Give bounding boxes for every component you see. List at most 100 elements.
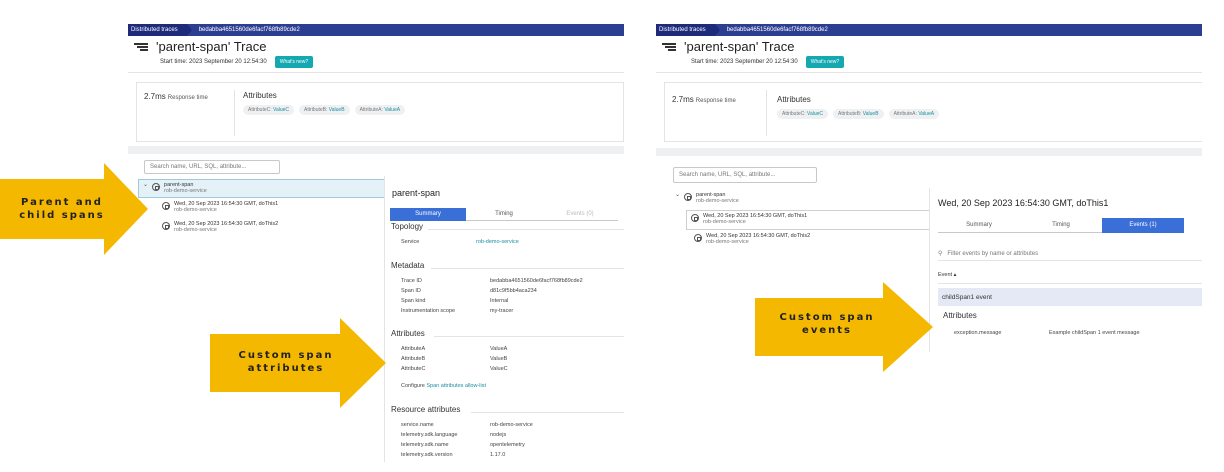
divider bbox=[431, 268, 624, 269]
resource-label: service.name bbox=[401, 422, 434, 428]
filter-icon: ⚲ bbox=[938, 251, 943, 257]
callout-label-span-events: Custom span events bbox=[779, 312, 875, 336]
breadcrumb-distributed-traces[interactable]: Distributed traces bbox=[128, 24, 192, 36]
tab-summary[interactable]: Summary bbox=[938, 218, 1020, 233]
attribute-label: AttributeB bbox=[401, 356, 426, 362]
divider bbox=[428, 229, 624, 230]
metadata-label: Instrumentation scope bbox=[401, 308, 456, 314]
divider bbox=[128, 72, 624, 73]
span-icon bbox=[162, 222, 170, 230]
event-attributes-title: Attributes bbox=[943, 311, 977, 320]
tree-item-child-span[interactable]: Wed, 20 Sep 2023 16:54:30 GMT, doThis2 ro… bbox=[694, 233, 924, 245]
attributes-title: Attributes bbox=[777, 95, 811, 104]
response-time: 2.7ms Response time bbox=[144, 92, 208, 101]
span-service: rob-demo-service bbox=[164, 188, 207, 194]
event-filter-input[interactable]: Filter events by name or attributes bbox=[947, 251, 1038, 257]
tree-item-child-span[interactable]: Wed, 20 Sep 2023 16:54:30 GMT, doThis2 ro… bbox=[162, 221, 382, 233]
metadata-label: Trace ID bbox=[401, 278, 422, 284]
attribute-chip[interactable]: AttributeC: ValueC bbox=[243, 105, 295, 115]
attribute-label: AttributeC bbox=[401, 366, 426, 372]
span-service: rob-demo-service bbox=[706, 239, 749, 245]
resource-attributes-title: Resource attributes bbox=[391, 405, 461, 414]
breadcrumb: Distributed traces bedabba4651560de6facf… bbox=[656, 24, 1202, 36]
divider bbox=[234, 90, 235, 136]
start-time-row: Start time: 2023 September 20 12:54:30 W… bbox=[691, 56, 845, 68]
response-time-value: 2.7ms bbox=[144, 92, 166, 101]
response-time-value: 2.7ms bbox=[672, 95, 694, 104]
tab-summary[interactable]: Summary bbox=[390, 208, 466, 221]
event-attribute-value: Example childSpan 1 event message bbox=[1049, 330, 1140, 336]
breadcrumb-distributed-traces[interactable]: Distributed traces bbox=[656, 24, 720, 36]
divider bbox=[766, 90, 767, 136]
topology-service-link[interactable]: rob-demo-service bbox=[476, 239, 519, 245]
start-time: Start time: 2023 September 20 12:54:30 bbox=[160, 59, 267, 65]
start-time: Start time: 2023 September 20 12:54:30 bbox=[691, 59, 798, 65]
configure-text: Configure bbox=[401, 383, 425, 389]
attributes-title: Attributes bbox=[243, 91, 277, 100]
trace-icon bbox=[134, 42, 150, 52]
tree-item-parent-span[interactable]: ⌄ parent-span rob-demo-service bbox=[138, 179, 385, 198]
event-filter[interactable]: ⚲ Filter events by name or attributes bbox=[938, 247, 1202, 261]
resource-label: telemetry.sdk.name bbox=[401, 442, 449, 448]
allow-list-link[interactable]: Span attributes allow-list bbox=[426, 383, 486, 389]
attribute-value: ValueA bbox=[490, 346, 508, 352]
attribute-chip[interactable]: AttributeA: ValueA bbox=[888, 109, 940, 119]
attribute-chips: AttributeC: ValueC AttributeB: ValueB At… bbox=[777, 109, 940, 119]
span-detail-title: parent-span bbox=[392, 188, 441, 198]
attribute-chip[interactable]: AttributeB: ValueB bbox=[299, 105, 350, 115]
event-row[interactable]: childSpan1 event bbox=[938, 288, 1202, 306]
tab-events[interactable]: Events (1) bbox=[1102, 218, 1184, 233]
metadata-value: Internal bbox=[490, 298, 509, 304]
response-time: 2.7ms Response time bbox=[672, 95, 736, 104]
metadata-value: d81c9f5bb4aca234 bbox=[490, 288, 537, 294]
breadcrumb-trace-id: bedabba4651560de6facf768fb89cde2 bbox=[726, 27, 828, 33]
resource-value: rob-demo-service bbox=[490, 422, 533, 428]
tree-item-parent-span[interactable]: ⌄ parent-span rob-demo-service bbox=[675, 192, 925, 204]
resource-value: 1.17.0 bbox=[490, 452, 506, 458]
breadcrumb-trace-id: bedabba4651560de6facf768fb89cde2 bbox=[198, 27, 300, 33]
trace-summary-card: 2.7ms Response time Attributes AttributeC… bbox=[136, 82, 624, 142]
span-icon bbox=[152, 183, 161, 191]
attribute-label: AttributeA bbox=[401, 346, 426, 352]
tab-events[interactable]: Events (0) bbox=[542, 208, 618, 221]
attribute-chips: AttributeC: ValueC AttributeB: ValueB At… bbox=[243, 105, 406, 115]
attribute-value: ValueC bbox=[490, 366, 508, 372]
span-icon bbox=[162, 202, 170, 210]
span-service: rob-demo-service bbox=[174, 207, 217, 213]
metadata-label: Span kind bbox=[401, 298, 426, 304]
tree-item-child-span[interactable]: Wed, 20 Sep 2023 16:54:30 GMT, doThis1 ro… bbox=[162, 201, 382, 213]
event-column-header[interactable]: Event ▴ bbox=[938, 272, 1202, 284]
span-service: rob-demo-service bbox=[703, 219, 746, 225]
whats-new-button[interactable]: What's new? bbox=[805, 56, 845, 68]
resource-value: nodejs bbox=[490, 432, 507, 438]
section-gap bbox=[656, 148, 1202, 156]
metadata-value: my-tracer bbox=[490, 308, 514, 314]
metadata-label: Span ID bbox=[401, 288, 421, 294]
span-service: rob-demo-service bbox=[174, 227, 217, 233]
attribute-chip[interactable]: AttributeB: ValueB bbox=[833, 109, 884, 119]
breadcrumb: Distributed traces bedabba4651560de6facf… bbox=[128, 24, 624, 36]
whats-new-button[interactable]: What's new? bbox=[274, 56, 314, 68]
span-icon bbox=[684, 193, 693, 201]
span-detail-title: Wed, 20 Sep 2023 16:54:30 GMT, doThis1 bbox=[938, 198, 1109, 208]
start-time-row: Start time: 2023 September 20 12:54:30 W… bbox=[160, 56, 314, 68]
response-time-label: Response time bbox=[695, 98, 736, 104]
detail-tabs: Summary Timing Events (0) bbox=[390, 208, 618, 221]
detail-tabs: Summary Timing Events (1) bbox=[938, 218, 1184, 233]
tab-timing[interactable]: Timing bbox=[1020, 218, 1102, 233]
tree-item-child-span[interactable]: Wed, 20 Sep 2023 16:54:30 GMT, doThis1 ro… bbox=[686, 210, 930, 230]
divider bbox=[656, 72, 1202, 73]
attributes-section-title: Attributes bbox=[391, 329, 425, 338]
span-search-input[interactable]: Search name, URL, SQL, attribute... bbox=[673, 167, 817, 183]
metadata-title: Metadata bbox=[391, 261, 425, 270]
span-search-input[interactable]: Search name, URL, SQL, attribute... bbox=[144, 160, 280, 174]
attribute-chip[interactable]: AttributeA: ValueA bbox=[354, 105, 406, 115]
attribute-chip[interactable]: AttributeC: ValueC bbox=[777, 109, 829, 119]
span-icon bbox=[691, 214, 699, 222]
page-header: 'parent-span' Trace bbox=[662, 39, 794, 54]
tab-timing[interactable]: Timing bbox=[466, 208, 542, 221]
span-icon bbox=[694, 234, 702, 242]
event-attribute-label: exception.message bbox=[954, 330, 1002, 336]
page-title: 'parent-span' Trace bbox=[684, 39, 795, 54]
chevron-down-icon[interactable]: ⌄ bbox=[675, 192, 680, 198]
